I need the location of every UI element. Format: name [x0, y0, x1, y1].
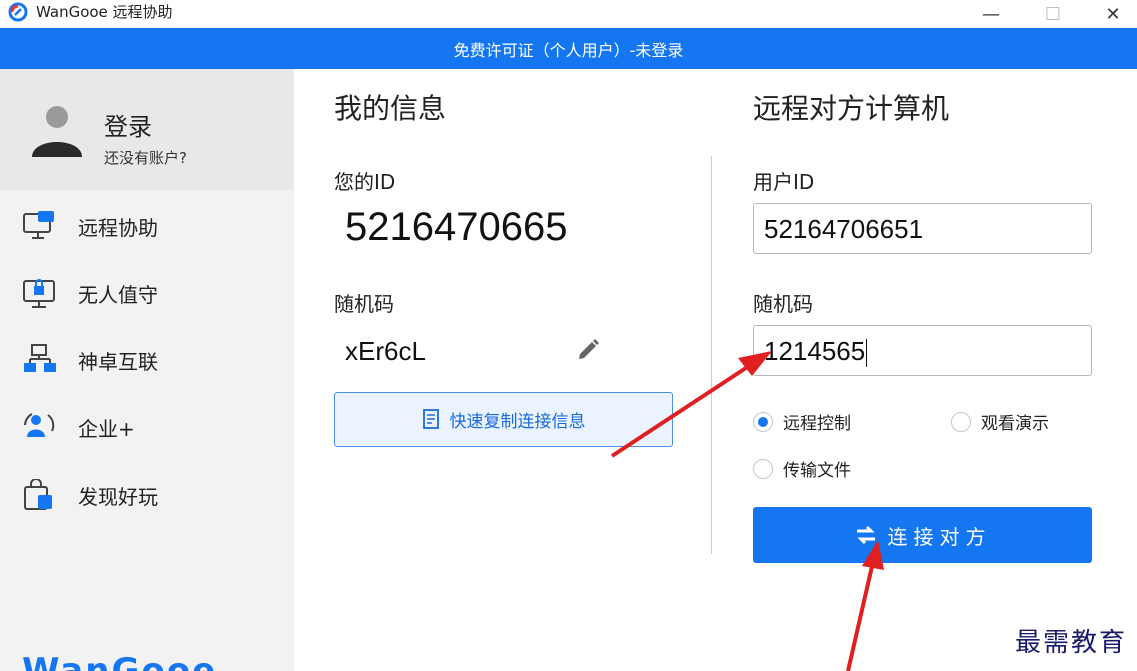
shopping-bag-icon — [24, 479, 52, 510]
login-link[interactable]: 登录 — [104, 107, 152, 142]
avatar-icon — [32, 106, 82, 157]
connect-button-label: 连接对方 — [887, 524, 992, 549]
radio-label: 远程控制 — [783, 414, 851, 434]
user-id-label: 用户ID — [753, 170, 815, 194]
radio-unselected-icon — [753, 458, 773, 479]
connect-button[interactable]: 连接对方 — [753, 507, 1092, 563]
radio-selected-icon — [753, 411, 773, 432]
sidebar-item-label: 神卓互联 — [78, 350, 158, 374]
enterprise-icon — [24, 413, 55, 437]
copy-connection-info-button[interactable]: 快速复制连接信息 — [334, 392, 673, 447]
app-logo-icon — [8, 2, 28, 22]
sidebar-item-network[interactable]: 神卓互联 — [0, 332, 294, 388]
window-title: WanGooe 远程协助 — [36, 3, 173, 21]
sidebar-item-label: 发现好玩 — [78, 485, 158, 509]
swap-arrows-icon — [856, 525, 875, 545]
maximize-button[interactable]: ☐ — [1030, 0, 1076, 28]
my-code-value: xEr6cL — [345, 336, 426, 366]
edit-pencil-icon[interactable] — [576, 338, 600, 362]
sidebar-item-discover[interactable]: 发现好玩 — [0, 467, 294, 523]
text-caret — [866, 339, 868, 368]
brand-logo-text: WanGooe — [22, 653, 217, 671]
radio-label: 传输文件 — [783, 461, 851, 481]
user-id-input[interactable]: 52164706651 — [753, 203, 1092, 254]
radio-label: 观看演示 — [981, 414, 1049, 434]
sidebar: 登录 还没有账户? 远程协助 无人值守 神卓互联 企业+ 发现好玩 — [0, 69, 294, 671]
remote-code-input-value: 1214565 — [764, 336, 866, 366]
register-link[interactable]: 还没有账户? — [104, 147, 187, 168]
sidebar-item-enterprise[interactable]: 企业+ — [0, 399, 294, 455]
copy-button-label: 快速复制连接信息 — [449, 412, 586, 432]
radio-file-transfer[interactable]: 传输文件 — [753, 456, 851, 481]
watermark: 最需教育 — [1015, 628, 1128, 658]
user-id-input-value: 52164706651 — [764, 214, 924, 244]
remote-code-input[interactable]: 1214565 — [753, 325, 1092, 376]
sidebar-item-label: 远程协助 — [78, 216, 158, 240]
network-icon — [24, 344, 56, 372]
radio-remote-control[interactable]: 远程控制 — [753, 409, 851, 434]
license-banner: 免费许可证（个人用户）-未登录 — [0, 28, 1137, 69]
unattended-icon — [23, 279, 55, 308]
remote-code-label: 随机码 — [753, 292, 813, 316]
section-divider — [711, 156, 712, 554]
minimize-button[interactable]: — — [968, 0, 1014, 28]
my-info-title: 我的信息 — [334, 92, 447, 125]
user-login-panel[interactable]: 登录 还没有账户? — [0, 69, 294, 190]
my-code-label: 随机码 — [334, 292, 394, 316]
sidebar-item-unattended[interactable]: 无人值守 — [0, 265, 294, 321]
sidebar-item-label: 企业+ — [78, 417, 135, 441]
license-banner-text: 免费许可证（个人用户）-未登录 — [453, 40, 684, 60]
radio-unselected-icon — [951, 411, 971, 432]
your-id-label: 您的ID — [334, 170, 396, 194]
document-icon — [422, 408, 439, 429]
close-button[interactable]: ✕ — [1090, 0, 1136, 28]
radio-watch-demo[interactable]: 观看演示 — [951, 409, 1049, 434]
remote-title: 远程对方计算机 — [753, 92, 950, 125]
title-bar: WanGooe 远程协助 — ☐ ✕ — [0, 0, 1137, 28]
sidebar-item-label: 无人值守 — [78, 283, 158, 307]
your-id-value: 5216470665 — [345, 205, 568, 249]
remote-assist-icon — [23, 211, 54, 239]
sidebar-item-remote-assist[interactable]: 远程协助 — [0, 198, 294, 254]
